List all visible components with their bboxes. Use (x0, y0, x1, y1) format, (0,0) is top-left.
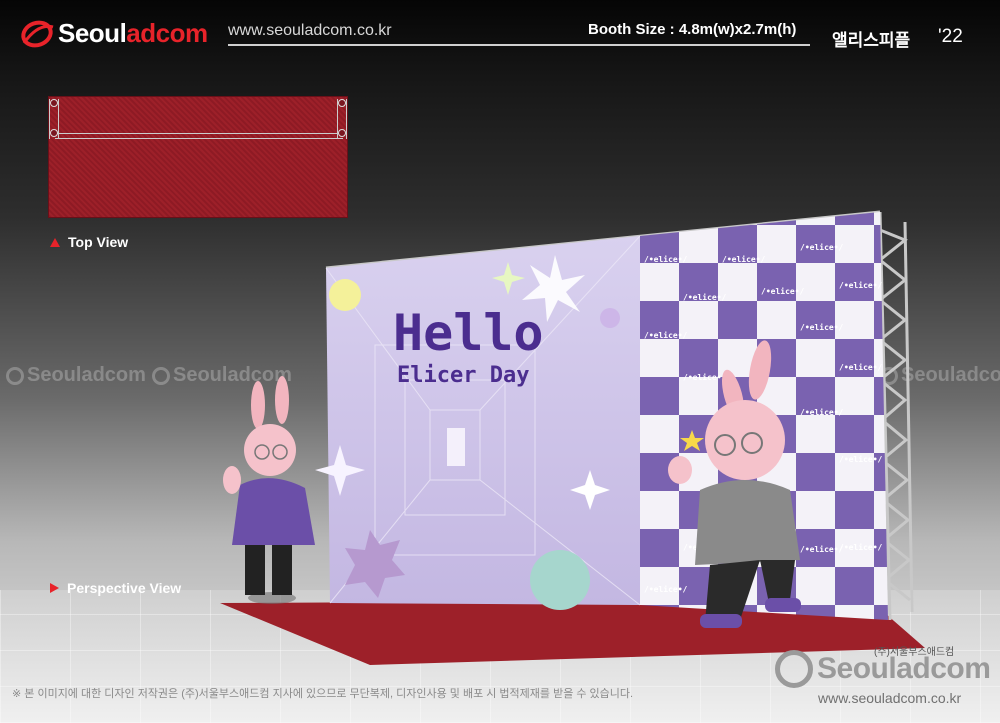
svg-text:/•elice•/: /•elice•/ (644, 254, 688, 264)
footer-url[interactable]: www.seouladcom.co.kr (818, 690, 961, 706)
hello-headline: Hello (393, 304, 544, 362)
elicer-day-subheadline: Elicer Day (397, 363, 529, 388)
checker-logos: /•elice•/ /•elice•/ /•elice•/ /•elice•/ … (644, 242, 883, 594)
sparkle-icon (522, 255, 585, 322)
top-view-image (48, 96, 348, 218)
truss-node (50, 129, 58, 137)
top-view-label: Top View (50, 234, 128, 250)
copyright-note: ※ 본 이미지에 대한 디자인 저작권은 (주)서울부스애드컴 지사에 있으므로… (12, 688, 634, 700)
svg-text:/•elice•/: /•elice•/ (839, 542, 883, 552)
truss-node (338, 99, 346, 107)
rabbit-standee-right (668, 340, 801, 628)
svg-text:/•elice•/: /•elice•/ (683, 542, 727, 552)
watermark: Seouladcom (6, 364, 146, 387)
truss-node (338, 129, 346, 137)
backwall-left (326, 236, 640, 605)
logo-text: Seouladcom (58, 18, 208, 48)
watermark-ring-icon (880, 366, 898, 385)
header: Seouladcom www.seouladcom.co.kr Booth Si… (0, 0, 1000, 58)
watermark: Seouladcom (152, 364, 292, 387)
blob-yellow (329, 279, 361, 311)
svg-text:/•elice•/: /•elice•/ (644, 330, 688, 340)
sparkle-icon (570, 470, 610, 510)
svg-text:/•elice•/: /•elice•/ (800, 544, 844, 554)
sparkle-icon (492, 262, 525, 295)
watermark-ring-icon (152, 366, 170, 385)
svg-text:/•elice•/: /•elice•/ (683, 292, 727, 302)
perspective-view-label: Perspective View (50, 580, 181, 596)
blob-lilac (600, 308, 620, 328)
rabbit-standee-left (223, 376, 315, 604)
site-url[interactable]: www.seouladcom.co.kr (228, 22, 392, 40)
backwall-checker (640, 212, 888, 620)
watermark: Seouladcom (880, 364, 1000, 387)
sparkle-icon (315, 445, 365, 496)
blob-purple (345, 530, 405, 598)
svg-text:/•elice•/: /•elice•/ (839, 362, 883, 372)
seouladcom-logo[interactable]: Seouladcom (20, 18, 208, 49)
svg-text:/•elice•/: /•elice•/ (800, 407, 844, 417)
top-view-label-text: Top View (68, 234, 129, 250)
booth-size: Booth Size : 4.8m(w)x2.7m(h) (588, 21, 797, 38)
truss-frame (325, 210, 914, 621)
svg-text:/•elice•/: /•elice•/ (683, 372, 727, 382)
tunnel-grid (325, 235, 641, 606)
svg-text:/•elice•/: /•elice•/ (800, 322, 844, 332)
event-name: 앨리스피플 (832, 31, 911, 50)
svg-text:/•elice•/: /•elice•/ (839, 280, 883, 290)
footer-logo[interactable]: Seouladcom (775, 650, 991, 688)
event-year: '22 (938, 26, 963, 47)
svg-text:/•elice•/: /•elice•/ (839, 454, 883, 464)
header-divider (228, 44, 810, 46)
swoosh-logo-icon (21, 20, 54, 47)
tunnel-door (447, 428, 465, 466)
triangle-up-icon (50, 237, 60, 247)
footer-logo-text: Seouladcom (817, 652, 991, 685)
watermark-ring-icon (6, 366, 24, 385)
svg-text:/•elice•/: /•elice•/ (761, 286, 805, 296)
truss-bar (55, 133, 343, 139)
footer-logo-ring-icon (775, 650, 813, 688)
triangle-right-icon (50, 583, 59, 593)
truss-node (50, 99, 58, 107)
perspective-view-label-text: Perspective View (67, 580, 182, 596)
svg-text:/•elice•/: /•elice•/ (722, 254, 766, 264)
svg-text:/•elice•/: /•elice•/ (800, 242, 844, 252)
